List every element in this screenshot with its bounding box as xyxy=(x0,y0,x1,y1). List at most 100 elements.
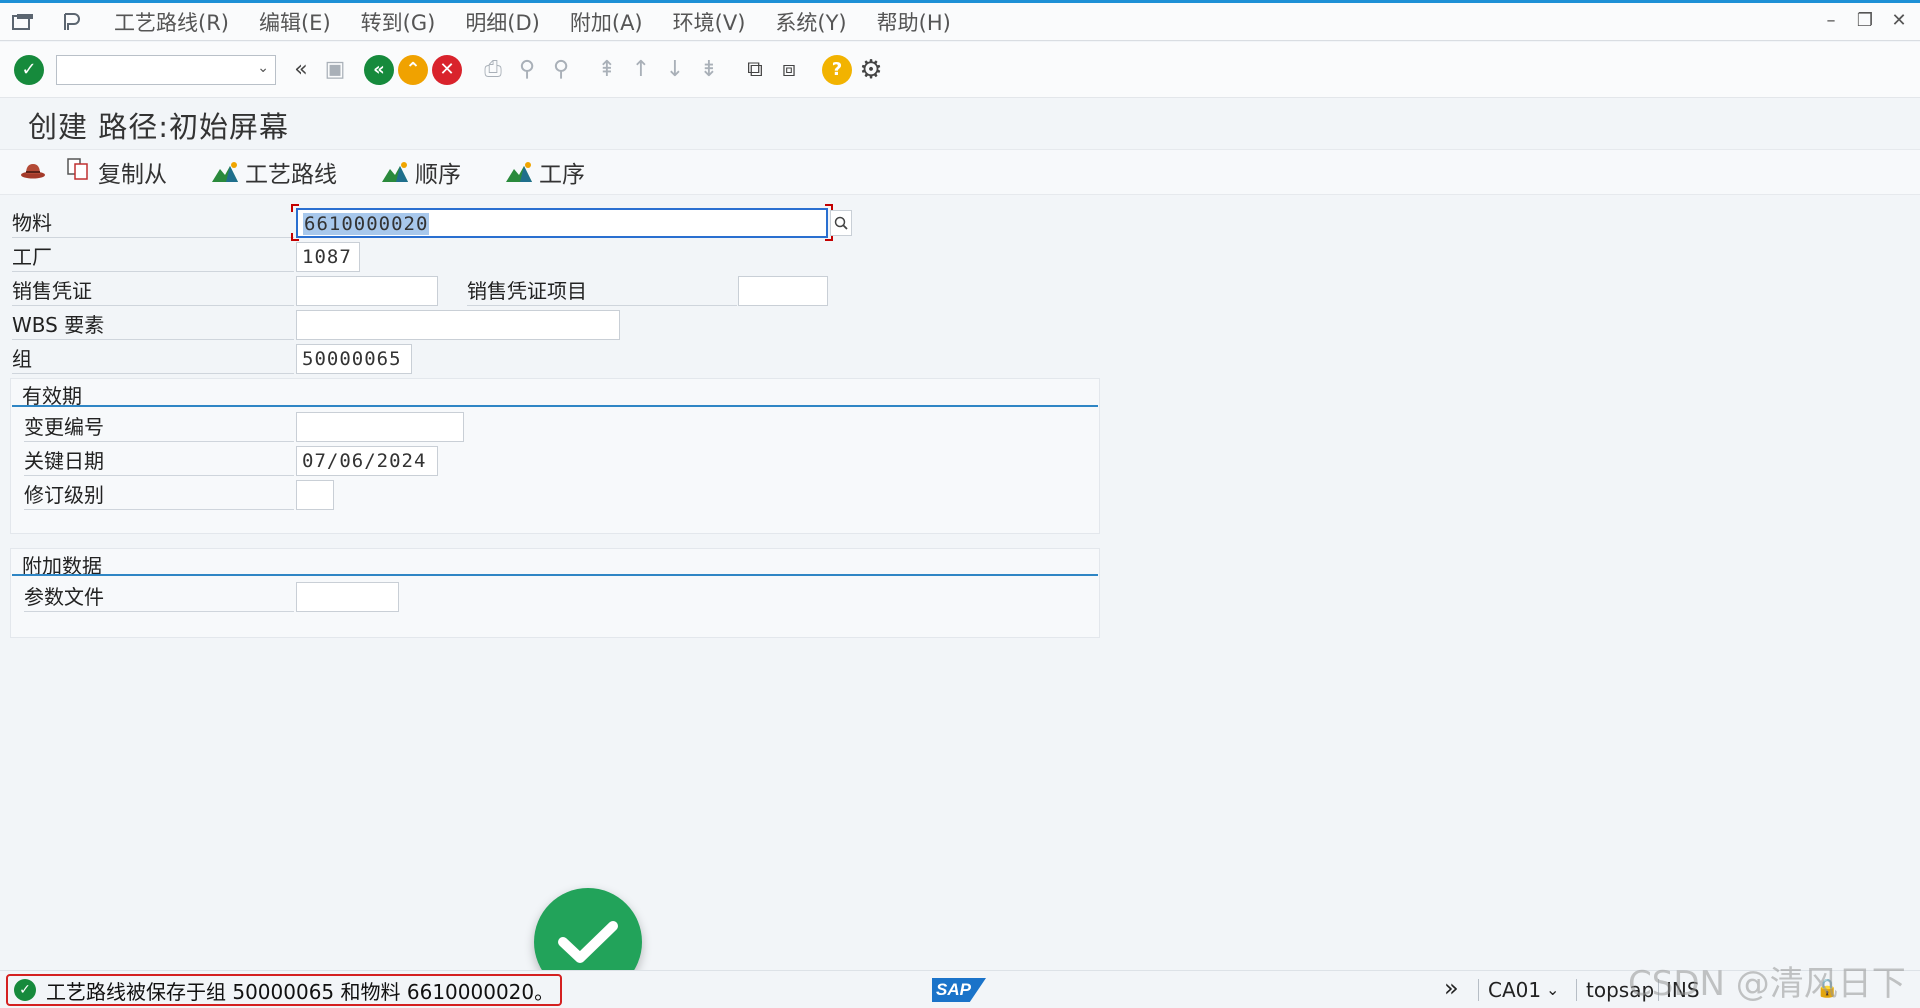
menu-edit[interactable]: 编辑(E) xyxy=(259,7,331,37)
back-icon: « xyxy=(364,54,394,85)
profile-label: 参数文件 xyxy=(24,582,294,612)
gear-icon: ⚙ xyxy=(859,54,883,85)
cancel-icon: ✕ xyxy=(432,54,462,85)
system-menu-icon[interactable] xyxy=(10,12,36,32)
group-input[interactable]: 50000065 xyxy=(296,344,412,374)
plant-label: 工厂 xyxy=(12,242,294,272)
key-date-input[interactable]: 07/06/2024 xyxy=(296,446,438,476)
back-button[interactable]: « xyxy=(362,53,396,87)
key-date-label: 关键日期 xyxy=(24,446,294,476)
settings-button[interactable]: ⚙ xyxy=(854,53,888,87)
menu-routing[interactable]: 工艺路线(R) xyxy=(114,7,229,37)
watermark: CSDN @清风日下 xyxy=(1628,964,1906,1004)
validity-divider xyxy=(12,405,1098,407)
search-icon xyxy=(834,216,848,230)
transaction-code: CA01 xyxy=(1488,978,1542,1002)
focus-corner-bl xyxy=(291,233,299,241)
sales-doc-item-label: 销售凭证项目 xyxy=(467,276,737,306)
mountain-icon xyxy=(505,161,533,183)
hat-icon xyxy=(20,160,46,185)
sales-doc-input[interactable] xyxy=(296,276,438,306)
status-separator xyxy=(1576,979,1577,1001)
profile-input[interactable] xyxy=(296,582,399,612)
value-help-button[interactable] xyxy=(830,210,852,236)
chevron-down-icon[interactable]: ⌄ xyxy=(257,60,269,76)
change-number-label: 变更编号 xyxy=(24,412,294,442)
menu-details[interactable]: 明细(D) xyxy=(465,7,540,37)
menu-system[interactable]: 系统(Y) xyxy=(775,7,846,37)
find-next-button[interactable]: ⚲ xyxy=(544,53,578,87)
status-message-text: 工艺路线被保存于组 50000065 和物料 6610000020。 xyxy=(46,979,555,1004)
help-button[interactable]: ? xyxy=(820,53,854,87)
operation-button[interactable]: 工序 xyxy=(505,155,585,189)
previous-page-icon: ↑ xyxy=(631,57,651,82)
print-button[interactable]: ⎙ xyxy=(476,53,510,87)
wbs-input[interactable] xyxy=(296,310,620,340)
save-icon: ▣ xyxy=(324,57,346,82)
status-separator xyxy=(1478,979,1479,1001)
exit-icon: ⌃ xyxy=(398,54,428,85)
print-icon: ⎙ xyxy=(484,57,502,82)
mountain-icon xyxy=(211,161,239,183)
window-controls: – ❐ ✕ xyxy=(1820,9,1910,31)
shortcut-icon: ⧈ xyxy=(782,57,796,82)
application-toolbar: 复制从 工艺路线 顺序 工序 xyxy=(0,149,1920,195)
sequence-button[interactable]: 顺序 xyxy=(381,155,461,189)
hat-button[interactable] xyxy=(20,160,54,185)
first-page-icon: ⇞ xyxy=(597,57,617,82)
sap-logo: SAP xyxy=(932,978,986,1002)
menu-environment[interactable]: 环境(V) xyxy=(673,7,746,37)
new-session-icon: ⧉ xyxy=(747,57,763,82)
menu-goto[interactable]: 转到(G) xyxy=(361,7,436,37)
menu-extras[interactable]: 附加(A) xyxy=(570,7,643,37)
next-page-icon: ↓ xyxy=(665,57,685,82)
new-session-button[interactable]: ⧉ xyxy=(738,53,772,87)
check-icon: ✓ xyxy=(14,54,44,85)
last-page-button[interactable]: ⇟ xyxy=(692,53,726,87)
sales-doc-item-input[interactable] xyxy=(738,276,828,306)
customize-icon[interactable] xyxy=(58,12,84,32)
success-icon: ✓ xyxy=(14,979,36,1001)
previous-page-button[interactable]: ↑ xyxy=(624,53,658,87)
first-page-button[interactable]: ⇞ xyxy=(590,53,624,87)
find-button[interactable]: ⚲ xyxy=(510,53,544,87)
material-input[interactable]: 6610000020 xyxy=(296,208,828,238)
revision-level-label: 修订级别 xyxy=(24,480,294,510)
enter-button[interactable]: ✓ xyxy=(12,53,46,87)
focus-corner-tl xyxy=(291,204,299,212)
exit-button[interactable]: ⌃ xyxy=(396,53,430,87)
expand-status-icon[interactable]: » xyxy=(1444,974,1459,1002)
minimize-icon[interactable]: – xyxy=(1820,9,1842,31)
find-next-icon: ⚲ xyxy=(552,57,570,82)
status-message[interactable]: ✓ 工艺路线被保存于组 50000065 和物料 6610000020。 xyxy=(6,974,563,1006)
wbs-label: WBS 要素 xyxy=(12,310,294,340)
transaction-dropdown-icon[interactable]: ⌄ xyxy=(1546,980,1559,999)
menu-bar: 工艺路线(R) 编辑(E) 转到(G) 明细(D) 附加(A) 环境(V) 系统… xyxy=(0,3,1920,41)
change-number-input[interactable] xyxy=(296,412,464,442)
material-label: 物料 xyxy=(12,208,294,238)
copy-from-label: 复制从 xyxy=(98,162,167,188)
command-field[interactable]: ⌄ xyxy=(56,54,276,85)
double-chevron-left-icon: « xyxy=(294,57,308,82)
find-icon: ⚲ xyxy=(518,57,536,82)
sequence-label: 顺序 xyxy=(415,162,461,188)
operation-label: 工序 xyxy=(539,162,585,188)
sales-doc-label: 销售凭证 xyxy=(12,276,294,306)
menu-help[interactable]: 帮助(H) xyxy=(877,7,951,37)
command-collapse-button[interactable]: « xyxy=(284,53,318,87)
copy-from-button[interactable]: 复制从 xyxy=(66,155,167,189)
group-label: 组 xyxy=(12,344,294,374)
cancel-button[interactable]: ✕ xyxy=(430,53,464,87)
help-icon: ? xyxy=(822,54,852,85)
shortcut-button[interactable]: ⧈ xyxy=(772,53,806,87)
plant-input[interactable]: 1087 xyxy=(296,242,360,272)
next-page-button[interactable]: ↓ xyxy=(658,53,692,87)
routing-button[interactable]: 工艺路线 xyxy=(211,155,337,189)
standard-toolbar: ✓ ⌄ « ▣ « ⌃ ✕ ⎙ ⚲ ⚲ ⇞ ↑ ↓ ⇟ ⧉ ⧈ ? ⚙ xyxy=(0,42,1920,98)
additional-data-divider xyxy=(12,574,1098,576)
restore-icon[interactable]: ❐ xyxy=(1854,9,1876,31)
close-window-icon[interactable]: ✕ xyxy=(1888,9,1910,31)
save-button[interactable]: ▣ xyxy=(318,53,352,87)
copy-icon xyxy=(66,157,90,187)
revision-level-input[interactable] xyxy=(296,480,334,510)
